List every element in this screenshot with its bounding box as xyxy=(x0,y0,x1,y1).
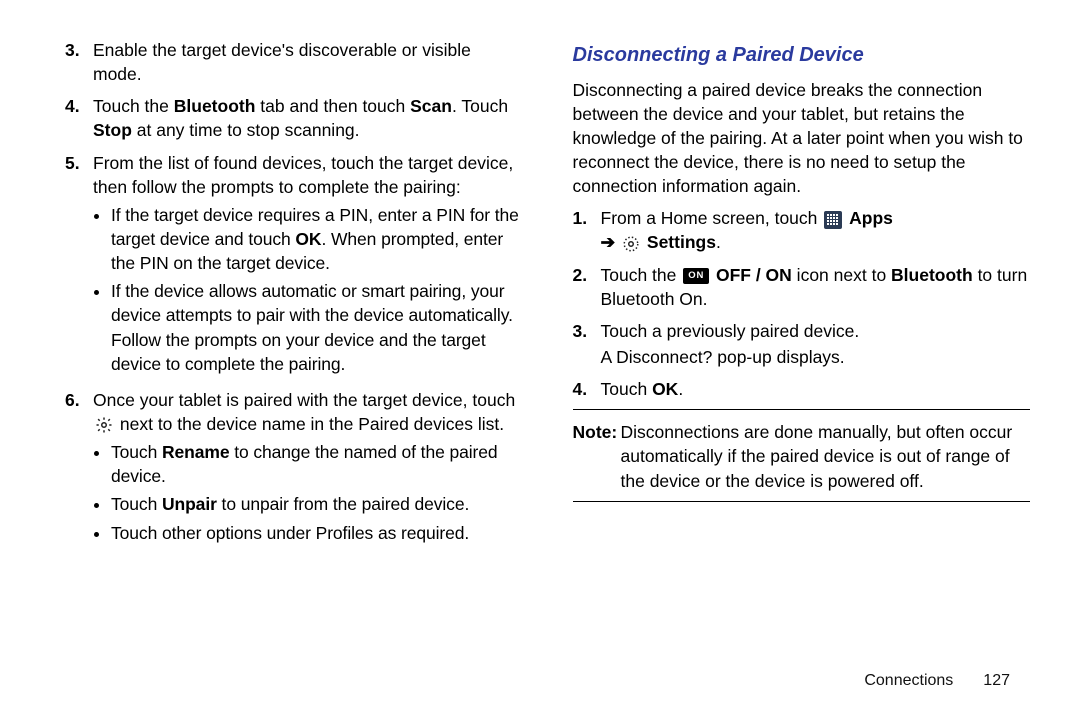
divider xyxy=(573,501,1031,502)
page-footer: Connections 127 xyxy=(65,672,1030,690)
text: Touch xyxy=(601,379,653,399)
on-toggle-icon: ON xyxy=(683,268,709,283)
apps-grid-icon xyxy=(824,211,842,229)
step-3: 3. Touch a previously paired device. A D… xyxy=(573,319,1031,369)
step-6: 6. Once your tablet is paired with the t… xyxy=(65,388,523,549)
bullet: Touch Rename to change the named of the … xyxy=(111,440,523,488)
manual-page: 3. Enable the target device's discoverab… xyxy=(0,0,1080,720)
step-text: Touch a previously paired device. A Disc… xyxy=(601,319,1031,369)
settings-gear-icon xyxy=(622,235,640,253)
text: icon next to xyxy=(792,265,891,285)
text: Touch a previously paired device. xyxy=(601,321,860,341)
label-rename: Rename xyxy=(162,442,230,462)
right-numbered-list: 1. From a Home screen, touch xyxy=(573,206,1031,401)
bullet: If the target device requires a PIN, ent… xyxy=(111,203,523,275)
step-text: Touch OK. xyxy=(601,377,1031,401)
bullet: If the device allows automatic or smart … xyxy=(111,279,523,376)
text: . xyxy=(678,379,683,399)
step-3: 3. Enable the target device's discoverab… xyxy=(65,38,523,86)
left-column: 3. Enable the target device's discoverab… xyxy=(65,30,523,662)
label-settings: Settings xyxy=(647,232,716,252)
text: Once your tablet is paired with the targ… xyxy=(93,390,515,410)
step-number: 6. xyxy=(65,388,93,549)
bullet: Touch other options under Profiles as re… xyxy=(111,521,523,545)
text: Touch the xyxy=(93,96,174,116)
step-2: 2. Touch the ON OFF / ON icon next to Bl… xyxy=(573,263,1031,311)
step-number: 2. xyxy=(573,263,601,311)
step-text: Touch the Bluetooth tab and then touch S… xyxy=(93,94,523,142)
text: A Disconnect? pop-up displays. xyxy=(601,345,1031,369)
step-4: 4. Touch OK. xyxy=(573,377,1031,401)
text: to unpair from the paired device. xyxy=(217,494,469,514)
text: tab and then touch xyxy=(255,96,410,116)
step-5: 5. From the list of found devices, touch… xyxy=(65,151,523,380)
step-number: 4. xyxy=(65,94,93,142)
right-column: Disconnecting a Paired Device Disconnect… xyxy=(573,30,1031,662)
step5-bullets: If the target device requires a PIN, ent… xyxy=(93,203,523,376)
step-number: 5. xyxy=(65,151,93,380)
step-text: Enable the target device's discoverable … xyxy=(93,38,523,86)
step-number: 1. xyxy=(573,206,601,254)
step-4: 4. Touch the Bluetooth tab and then touc… xyxy=(65,94,523,142)
label-stop: Stop xyxy=(93,120,132,140)
note-block: Note: Disconnections are done manually, … xyxy=(573,420,1031,492)
label-bluetooth: Bluetooth xyxy=(891,265,973,285)
text: Touch the xyxy=(601,265,682,285)
intro-paragraph: Disconnecting a paired device breaks the… xyxy=(573,78,1031,199)
step-text: Once your tablet is paired with the targ… xyxy=(93,388,523,549)
footer-page-number: 127 xyxy=(983,672,1010,689)
step-number: 4. xyxy=(573,377,601,401)
label-apps: Apps xyxy=(849,208,893,228)
arrow-right-icon: ➔ xyxy=(601,232,621,252)
note-text: Disconnections are done manually, but of… xyxy=(621,420,1031,492)
footer-section: Connections xyxy=(864,672,953,689)
section-heading: Disconnecting a Paired Device xyxy=(573,42,1031,70)
bullet: Touch Unpair to unpair from the paired d… xyxy=(111,492,523,516)
label-ok: OK xyxy=(295,229,321,249)
columns: 3. Enable the target device's discoverab… xyxy=(65,30,1030,662)
text: at any time to stop scanning. xyxy=(132,120,360,140)
text: Touch xyxy=(111,494,162,514)
step-text: From a Home screen, touch Ap xyxy=(601,206,1031,254)
text: . xyxy=(716,232,721,252)
left-numbered-list: 3. Enable the target device's discoverab… xyxy=(65,38,523,549)
note-label: Note: xyxy=(573,420,621,492)
step-number: 3. xyxy=(65,38,93,86)
label-off-on: OFF / ON xyxy=(716,265,792,285)
label-ok: OK xyxy=(652,379,678,399)
step-1: 1. From a Home screen, touch xyxy=(573,206,1031,254)
label-bluetooth: Bluetooth xyxy=(174,96,256,116)
text: next to the device name in the Paired de… xyxy=(120,414,504,434)
step6-bullets: Touch Rename to change the named of the … xyxy=(93,440,523,545)
text: From a Home screen, touch xyxy=(601,208,823,228)
label-scan: Scan xyxy=(410,96,452,116)
settings-gear-icon xyxy=(95,416,113,434)
text: Touch xyxy=(111,442,162,462)
step-number: 3. xyxy=(573,319,601,369)
label-unpair: Unpair xyxy=(162,494,217,514)
text: . Touch xyxy=(452,96,508,116)
step-text: Touch the ON OFF / ON icon next to Bluet… xyxy=(601,263,1031,311)
step-text: From the list of found devices, touch th… xyxy=(93,151,523,380)
divider xyxy=(573,409,1031,410)
text: From the list of found devices, touch th… xyxy=(93,153,513,197)
